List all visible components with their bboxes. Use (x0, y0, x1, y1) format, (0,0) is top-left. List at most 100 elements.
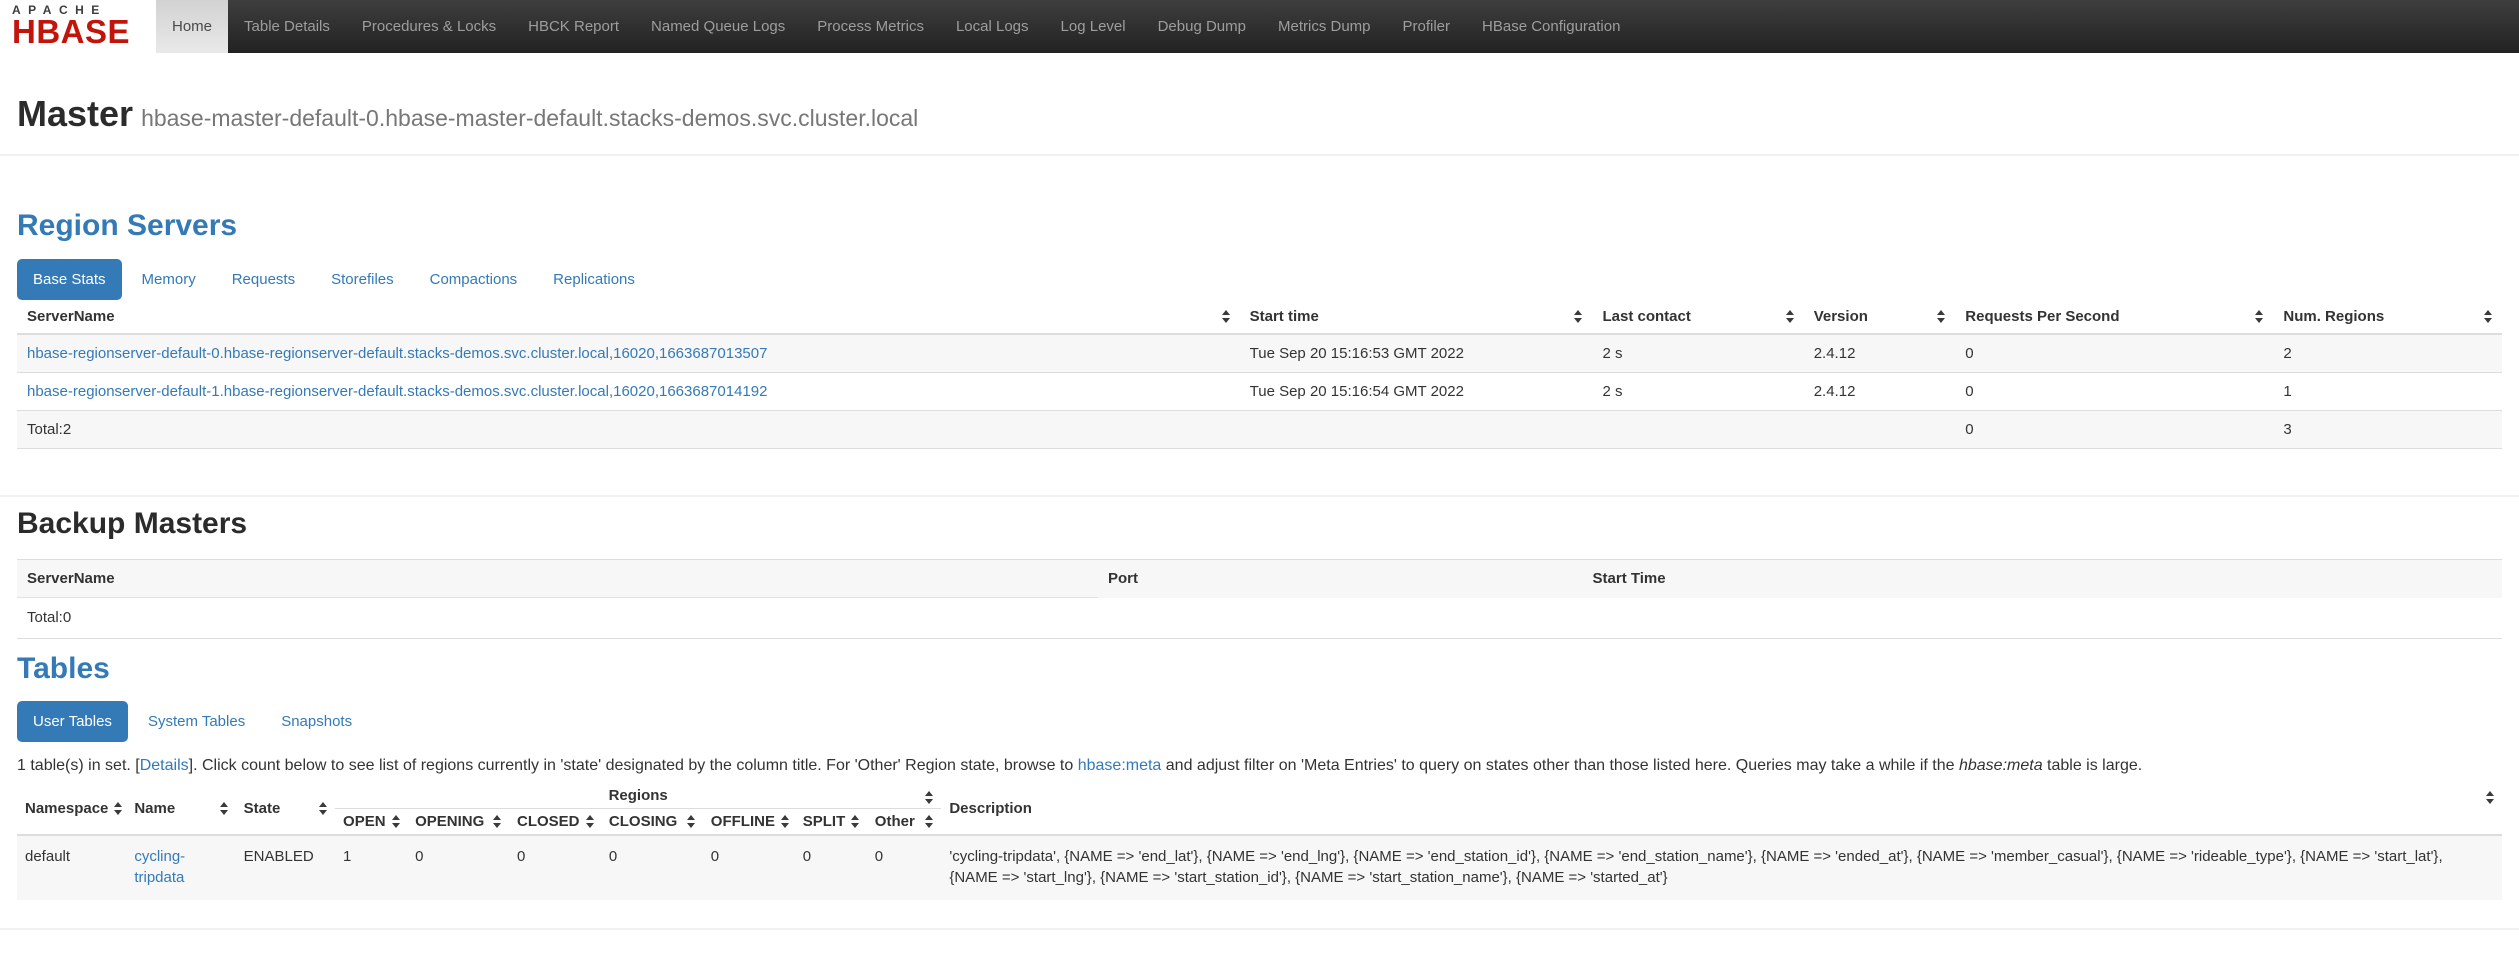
column-header-state: State (244, 800, 281, 817)
cell-other-count[interactable]: 0 (867, 835, 942, 900)
hbase-meta-link[interactable]: hbase:meta (1078, 757, 1162, 774)
user-tables-header-row-top: Namespace Name State Regions Description (17, 783, 2502, 809)
column-header-closed: CLOSED (517, 813, 580, 830)
cell-num-regions: 2 (2273, 334, 2502, 373)
note-text: and adjust filter on 'Meta Entries' to q… (1161, 757, 1959, 774)
sort-icon[interactable] (114, 802, 122, 815)
sort-icon[interactable] (493, 815, 501, 828)
tab-system-tables[interactable]: System Tables (132, 701, 261, 742)
column-header-namespace: Namespace (25, 800, 108, 817)
sort-icon[interactable] (2486, 791, 2494, 804)
footer-divider (0, 928, 2519, 930)
nav-item-named-queue-logs[interactable]: Named Queue Logs (635, 0, 801, 53)
master-hostname: hbase-master-default-0.hbase-master-defa… (141, 105, 918, 131)
column-header-servername: ServerName (17, 560, 1098, 598)
cell-open-count[interactable]: 1 (335, 835, 407, 900)
column-header-version: Version (1814, 308, 1868, 325)
total-requests-per-second: 0 (1955, 411, 2273, 449)
nav-item-debug-dump[interactable]: Debug Dump (1142, 0, 1262, 53)
note-text: ]. Click count below to see list of regi… (189, 757, 1078, 774)
column-header-servername: ServerName (27, 308, 115, 325)
sort-icon[interactable] (319, 802, 327, 815)
cell-closing-count[interactable]: 0 (601, 835, 703, 900)
tab-requests[interactable]: Requests (216, 259, 311, 300)
master-title: Master (17, 93, 133, 134)
nav-item-process-metrics[interactable]: Process Metrics (801, 0, 940, 53)
nav-item-log-level[interactable]: Log Level (1045, 0, 1142, 53)
note-text: table is large. (2043, 757, 2143, 774)
nav-item-local-logs[interactable]: Local Logs (940, 0, 1045, 53)
sort-icon[interactable] (1574, 310, 1582, 323)
region-servers-header-row: ServerName Start time Last contact Versi… (17, 300, 2502, 334)
nav-item-hbck-report[interactable]: HBCK Report (512, 0, 635, 53)
cell-last-contact: 2 s (1592, 334, 1803, 373)
sort-icon[interactable] (1222, 310, 1230, 323)
sort-icon[interactable] (1937, 310, 1945, 323)
cell-requests-per-second: 0 (1955, 334, 2273, 373)
hbase-logo[interactable]: APACHE HBASE (0, 0, 156, 53)
sort-icon[interactable] (586, 815, 594, 828)
sort-icon[interactable] (220, 802, 228, 815)
cell-last-contact: 2 s (1592, 373, 1803, 411)
tables-heading: Tables (17, 653, 2502, 684)
region-servers-tabs: Base Stats Memory Requests Storefiles Co… (17, 259, 2502, 300)
table-name-link[interactable]: cycling-tripdata (134, 848, 185, 886)
hbase-logo-text: HBASE (12, 17, 146, 47)
cell-closed-count[interactable]: 0 (509, 835, 601, 900)
tables-note: 1 table(s) in set. [Details]. Click coun… (17, 755, 2502, 776)
cell-description: 'cycling-tripdata', {NAME => 'end_lat'},… (941, 835, 2502, 900)
sort-icon[interactable] (392, 815, 400, 828)
sort-icon[interactable] (1786, 310, 1794, 323)
cell-state: ENABLED (236, 835, 335, 900)
tab-base-stats[interactable]: Base Stats (17, 259, 122, 300)
sort-icon[interactable] (2484, 310, 2492, 323)
tab-storefiles[interactable]: Storefiles (315, 259, 410, 300)
tab-snapshots[interactable]: Snapshots (265, 701, 368, 742)
region-servers-heading: Region Servers (17, 210, 2502, 241)
tab-user-tables[interactable]: User Tables (17, 701, 128, 742)
page-title: Master hbase-master-default-0.hbase-maste… (17, 95, 2502, 137)
column-header-port: Port (1098, 560, 1583, 598)
column-header-offline: OFFLINE (711, 813, 775, 830)
sort-icon[interactable] (2255, 310, 2263, 323)
backup-masters-heading: Backup Masters (17, 508, 2502, 539)
table-row: hbase-regionserver-default-1.hbase-regio… (17, 373, 2502, 411)
details-link[interactable]: Details (140, 757, 189, 774)
regionserver-link[interactable]: hbase-regionserver-default-0.hbase-regio… (27, 345, 767, 362)
regionserver-link[interactable]: hbase-regionserver-default-1.hbase-regio… (27, 383, 767, 400)
cell-version: 2.4.12 (1804, 373, 1956, 411)
sort-icon[interactable] (925, 791, 933, 804)
table-row: default cycling-tripdata ENABLED 1 0 0 0… (17, 835, 2502, 900)
cell-requests-per-second: 0 (1955, 373, 2273, 411)
nav-item-procedures-locks[interactable]: Procedures & Locks (346, 0, 512, 53)
column-header-last-contact: Last contact (1602, 308, 1690, 325)
cell-num-regions: 1 (2273, 373, 2502, 411)
nav-item-metrics-dump[interactable]: Metrics Dump (1262, 0, 1387, 53)
cell-opening-count[interactable]: 0 (407, 835, 509, 900)
nav-item-profiler[interactable]: Profiler (1387, 0, 1467, 53)
cell-offline-count[interactable]: 0 (703, 835, 795, 900)
total-row: Total:2 0 3 (17, 411, 2502, 449)
region-servers-table: ServerName Start time Last contact Versi… (17, 300, 2502, 449)
section-divider (0, 495, 2519, 497)
sort-icon[interactable] (851, 815, 859, 828)
total-label: Total:2 (17, 411, 1240, 449)
tab-compactions[interactable]: Compactions (414, 259, 534, 300)
nav-item-table-details[interactable]: Table Details (228, 0, 346, 53)
table-row: hbase-regionserver-default-0.hbase-regio… (17, 334, 2502, 373)
cell-split-count[interactable]: 0 (795, 835, 867, 900)
nav-item-hbase-configuration[interactable]: HBase Configuration (1466, 0, 1636, 53)
backup-masters-table: ServerName Port Start Time Total:0 (17, 559, 2502, 639)
column-header-open: OPEN (343, 813, 386, 830)
nav-item-home[interactable]: Home (156, 0, 228, 53)
section-divider (0, 154, 2519, 156)
cell-namespace: default (17, 835, 126, 900)
sort-icon[interactable] (781, 815, 789, 828)
tab-replications[interactable]: Replications (537, 259, 651, 300)
user-tables-table: Namespace Name State Regions Description… (17, 783, 2502, 900)
column-header-opening: OPENING (415, 813, 484, 830)
total-row: Total:0 (17, 598, 2502, 639)
sort-icon[interactable] (687, 815, 695, 828)
tab-memory[interactable]: Memory (126, 259, 212, 300)
sort-icon[interactable] (925, 815, 933, 828)
